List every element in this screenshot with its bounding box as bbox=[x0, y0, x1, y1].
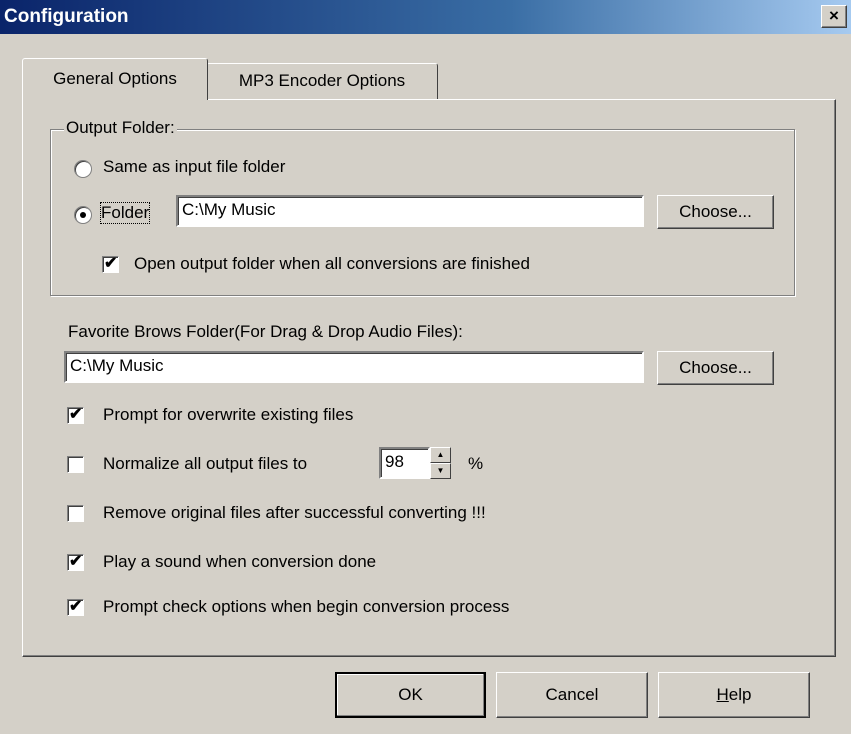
ok-button[interactable]: OK bbox=[335, 672, 486, 718]
favorite-folder-label: Favorite Brows Folder(For Drag & Drop Au… bbox=[68, 322, 463, 341]
window-title: Configuration bbox=[4, 6, 129, 27]
folder-radio[interactable] bbox=[74, 206, 92, 224]
check-icon: ✔ bbox=[69, 553, 83, 570]
same-as-input-label[interactable]: Same as input file folder bbox=[103, 157, 285, 177]
normalize-checkbox[interactable] bbox=[67, 456, 84, 473]
prompt-overwrite-checkbox[interactable]: ✔ bbox=[67, 406, 84, 424]
play-sound-label[interactable]: Play a sound when conversion done bbox=[103, 552, 376, 572]
prompt-check-label[interactable]: Prompt check options when begin conversi… bbox=[103, 597, 509, 617]
favorite-folder-input[interactable]: C:\My Music bbox=[64, 351, 644, 383]
same-as-input-radio[interactable] bbox=[74, 160, 92, 178]
check-icon: ✔ bbox=[69, 406, 83, 423]
configuration-dialog: Configuration × General Options MP3 Enco… bbox=[0, 0, 851, 734]
check-icon: ✔ bbox=[69, 598, 83, 615]
output-folder-choose-button[interactable]: Choose... bbox=[657, 195, 774, 229]
prompt-check-checkbox[interactable]: ✔ bbox=[67, 598, 84, 616]
folder-radio-label[interactable]: Folder bbox=[99, 202, 151, 224]
tab-general-options[interactable]: General Options bbox=[22, 58, 208, 100]
normalize-label[interactable]: Normalize all output files to bbox=[103, 454, 307, 474]
open-when-finished-label[interactable]: Open output folder when all conversions … bbox=[134, 254, 530, 274]
normalize-spinner[interactable]: ▲ ▼ bbox=[430, 447, 451, 479]
spin-down-icon[interactable]: ▼ bbox=[430, 463, 451, 479]
play-sound-checkbox[interactable]: ✔ bbox=[67, 553, 84, 571]
help-mnemonic: H bbox=[716, 685, 729, 704]
title-bar[interactable]: Configuration × bbox=[0, 0, 851, 34]
folder-radio-dot bbox=[80, 212, 86, 218]
remove-original-checkbox[interactable] bbox=[67, 505, 84, 522]
help-label-rest: elp bbox=[728, 685, 752, 704]
close-button[interactable]: × bbox=[821, 5, 847, 28]
open-when-finished-checkbox[interactable]: ✔ bbox=[102, 255, 119, 273]
output-folder-group-title: Output Folder: bbox=[64, 118, 177, 138]
normalize-unit: % bbox=[468, 454, 484, 473]
tab-mp3-encoder-options[interactable]: MP3 Encoder Options bbox=[206, 63, 438, 99]
normalize-value-input[interactable]: 98 bbox=[379, 447, 430, 479]
prompt-overwrite-label[interactable]: Prompt for overwrite existing files bbox=[103, 405, 353, 425]
favorite-folder-choose-button[interactable]: Choose... bbox=[657, 351, 774, 385]
output-folder-path-input[interactable]: C:\My Music bbox=[176, 195, 644, 227]
cancel-button[interactable]: Cancel bbox=[496, 672, 648, 718]
spin-up-icon[interactable]: ▲ bbox=[430, 447, 451, 463]
check-icon: ✔ bbox=[104, 255, 118, 272]
help-button[interactable]: Help bbox=[658, 672, 810, 718]
remove-original-label[interactable]: Remove original files after successful c… bbox=[103, 503, 486, 523]
